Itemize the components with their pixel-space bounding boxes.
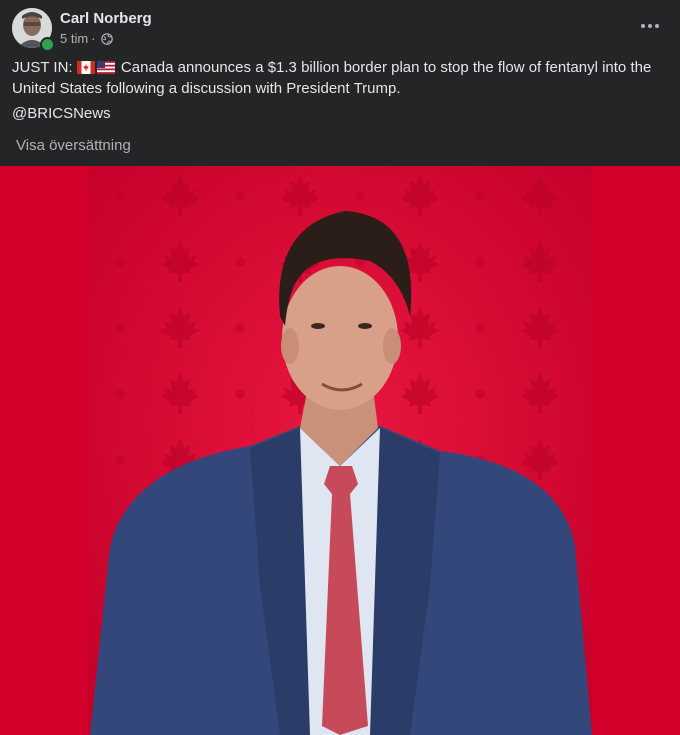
canada-flag-icon — [76, 61, 95, 74]
usa-flag-icon — [96, 61, 115, 74]
more-dot — [648, 24, 652, 28]
more-horizontal-icon — [641, 24, 645, 28]
post-time[interactable]: 5 tim — [60, 31, 88, 46]
post-header: Carl Norberg 5 tim · — [0, 0, 680, 60]
see-translation-link[interactable]: Visa översättning — [16, 137, 131, 154]
post-image — [0, 166, 680, 735]
meta-separator: · — [91, 31, 96, 46]
post-text: JUST IN: Canada announces a $1.3 billion… — [12, 57, 662, 99]
globe-icon[interactable] — [100, 32, 113, 45]
post-meta: 5 tim · — [60, 31, 113, 46]
author-name[interactable]: Carl Norberg — [60, 10, 152, 27]
post-photo[interactable] — [0, 166, 680, 735]
online-status-dot — [40, 37, 55, 52]
post-text-prefix: JUST IN: — [12, 59, 73, 76]
more-options-button[interactable] — [636, 14, 664, 38]
mention-link[interactable]: @BRICSNews — [12, 105, 111, 122]
feed-post: Carl Norberg 5 tim · JUST IN: Canada ann… — [0, 0, 680, 735]
more-dot — [655, 24, 659, 28]
